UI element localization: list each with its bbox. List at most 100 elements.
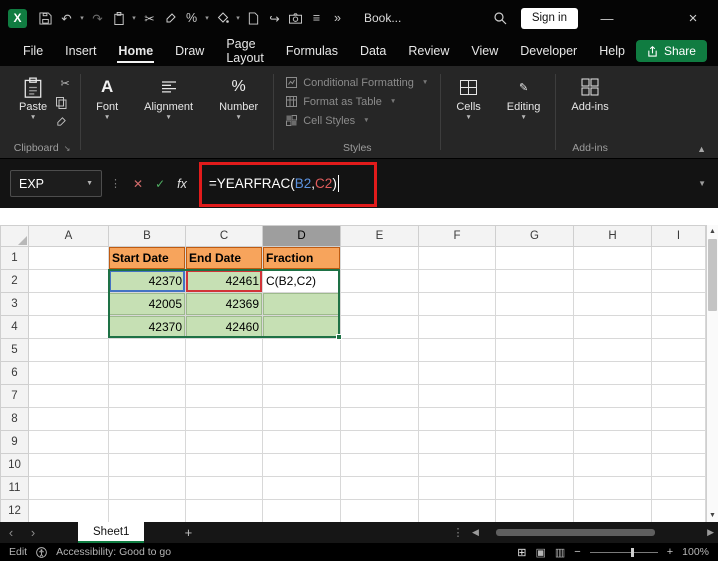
cell-C7[interactable] xyxy=(185,384,263,408)
undo-chevron-icon[interactable]: ▾ xyxy=(77,14,87,22)
cell-G2[interactable] xyxy=(495,269,574,293)
cell-B7[interactable] xyxy=(108,384,186,408)
new-document-icon[interactable] xyxy=(243,7,264,29)
zoom-slider-knob[interactable] xyxy=(630,547,634,557)
cell-C2[interactable]: 42461 xyxy=(185,269,263,293)
cell-C9[interactable] xyxy=(185,430,263,454)
formula-bar-handle[interactable]: ⋮ xyxy=(110,177,121,190)
fill-color-icon[interactable] xyxy=(212,7,233,29)
cell-F2[interactable] xyxy=(418,269,496,293)
cell-C3[interactable]: 42369 xyxy=(185,292,263,316)
cell-I9[interactable] xyxy=(651,430,706,454)
row-header-1[interactable]: 1 xyxy=(0,246,29,270)
cell-I1[interactable] xyxy=(651,246,706,270)
search-icon[interactable] xyxy=(490,7,511,29)
cell-D10[interactable] xyxy=(262,453,341,477)
cell-A10[interactable] xyxy=(28,453,109,477)
cell-H10[interactable] xyxy=(573,453,652,477)
accessibility-status[interactable]: Accessibility: Good to go xyxy=(56,546,171,558)
cell-H3[interactable] xyxy=(573,292,652,316)
tab-home[interactable]: Home xyxy=(107,36,164,66)
cell-A8[interactable] xyxy=(28,407,109,431)
collapse-ribbon-icon[interactable]: ▲ xyxy=(697,144,706,154)
editing-button[interactable]: ✎ Editing ▼ xyxy=(498,71,550,122)
cell-I7[interactable] xyxy=(651,384,706,408)
cell-H5[interactable] xyxy=(573,338,652,362)
scroll-down-icon[interactable]: ▼ xyxy=(709,511,716,520)
format-as-table-button[interactable]: Format as Table ▼ xyxy=(286,92,396,111)
cell-G4[interactable] xyxy=(495,315,574,339)
cell-B5[interactable] xyxy=(108,338,186,362)
cell-F1[interactable] xyxy=(418,246,496,270)
cell-C5[interactable] xyxy=(185,338,263,362)
cell-B1[interactable]: Start Date xyxy=(108,246,186,270)
cell-H11[interactable] xyxy=(573,476,652,500)
cell-I6[interactable] xyxy=(651,361,706,385)
cell-D3[interactable] xyxy=(262,292,341,316)
cell-styles-button[interactable]: Cell Styles ▼ xyxy=(286,111,370,130)
row-header-6[interactable]: 6 xyxy=(0,361,29,385)
cell-I5[interactable] xyxy=(651,338,706,362)
camera-icon[interactable] xyxy=(285,7,306,29)
redo-icon[interactable]: ↷ xyxy=(87,7,108,29)
save-icon[interactable] xyxy=(35,7,56,29)
zoom-in-button[interactable]: + xyxy=(667,546,673,558)
vertical-scroll-thumb[interactable] xyxy=(708,239,717,311)
enter-icon[interactable]: ✓ xyxy=(155,177,165,191)
expand-formula-bar-icon[interactable]: ▼ xyxy=(698,179,708,188)
copy-icon[interactable] xyxy=(56,97,74,109)
cell-G12[interactable] xyxy=(495,499,574,522)
page-layout-view-icon[interactable]: ▣ xyxy=(535,546,545,559)
cell-I11[interactable] xyxy=(651,476,706,500)
cell-D7[interactable] xyxy=(262,384,341,408)
cell-C11[interactable] xyxy=(185,476,263,500)
column-header-C[interactable]: C xyxy=(185,225,263,247)
cell-F6[interactable] xyxy=(418,361,496,385)
cell-G9[interactable] xyxy=(495,430,574,454)
cell-F9[interactable] xyxy=(418,430,496,454)
cell-A3[interactable] xyxy=(28,292,109,316)
cell-A12[interactable] xyxy=(28,499,109,522)
cell-B10[interactable] xyxy=(108,453,186,477)
alignment-button[interactable]: Alignment ▼ xyxy=(135,71,202,122)
cell-E1[interactable] xyxy=(340,246,419,270)
cell-G5[interactable] xyxy=(495,338,574,362)
dialog-launcher-icon[interactable]: ↘ xyxy=(64,144,71,153)
cell-A1[interactable] xyxy=(28,246,109,270)
normal-view-icon[interactable]: ⊞ xyxy=(517,546,526,559)
row-header-7[interactable]: 7 xyxy=(0,384,29,408)
cell-H8[interactable] xyxy=(573,407,652,431)
tab-formulas[interactable]: Formulas xyxy=(275,36,349,66)
hyperlink-icon[interactable]: ↪ xyxy=(264,7,285,29)
column-header-D[interactable]: D xyxy=(262,225,341,247)
tab-file[interactable]: File xyxy=(12,36,54,66)
cell-C10[interactable] xyxy=(185,453,263,477)
cell-E5[interactable] xyxy=(340,338,419,362)
cell-E6[interactable] xyxy=(340,361,419,385)
horizontal-scroll-thumb[interactable] xyxy=(496,529,655,536)
menu-lines-icon[interactable]: ≡ xyxy=(306,7,327,29)
conditional-formatting-button[interactable]: Conditional Formatting ▼ xyxy=(286,73,428,92)
cell-E4[interactable] xyxy=(340,315,419,339)
cell-F12[interactable] xyxy=(418,499,496,522)
formula-input[interactable]: =YEARFRAC(B2, C2) ▼ xyxy=(198,162,708,207)
cell-I10[interactable] xyxy=(651,453,706,477)
cell-E7[interactable] xyxy=(340,384,419,408)
cell-H9[interactable] xyxy=(573,430,652,454)
column-header-A[interactable]: A xyxy=(28,225,109,247)
cell-D1[interactable]: Fraction xyxy=(262,246,341,270)
cell-D8[interactable] xyxy=(262,407,341,431)
cell-A5[interactable] xyxy=(28,338,109,362)
cell-H2[interactable] xyxy=(573,269,652,293)
format-painter-icon[interactable] xyxy=(56,116,74,127)
tab-data[interactable]: Data xyxy=(349,36,397,66)
cell-C8[interactable] xyxy=(185,407,263,431)
cancel-icon[interactable]: ✕ xyxy=(133,177,143,191)
cell-A6[interactable] xyxy=(28,361,109,385)
horizontal-scrollbar[interactable]: ◀ ▶ xyxy=(468,527,718,538)
sheet-tab-sheet1[interactable]: Sheet1 xyxy=(78,522,145,543)
cell-F5[interactable] xyxy=(418,338,496,362)
cell-B6[interactable] xyxy=(108,361,186,385)
cell-I4[interactable] xyxy=(651,315,706,339)
cell-H6[interactable] xyxy=(573,361,652,385)
